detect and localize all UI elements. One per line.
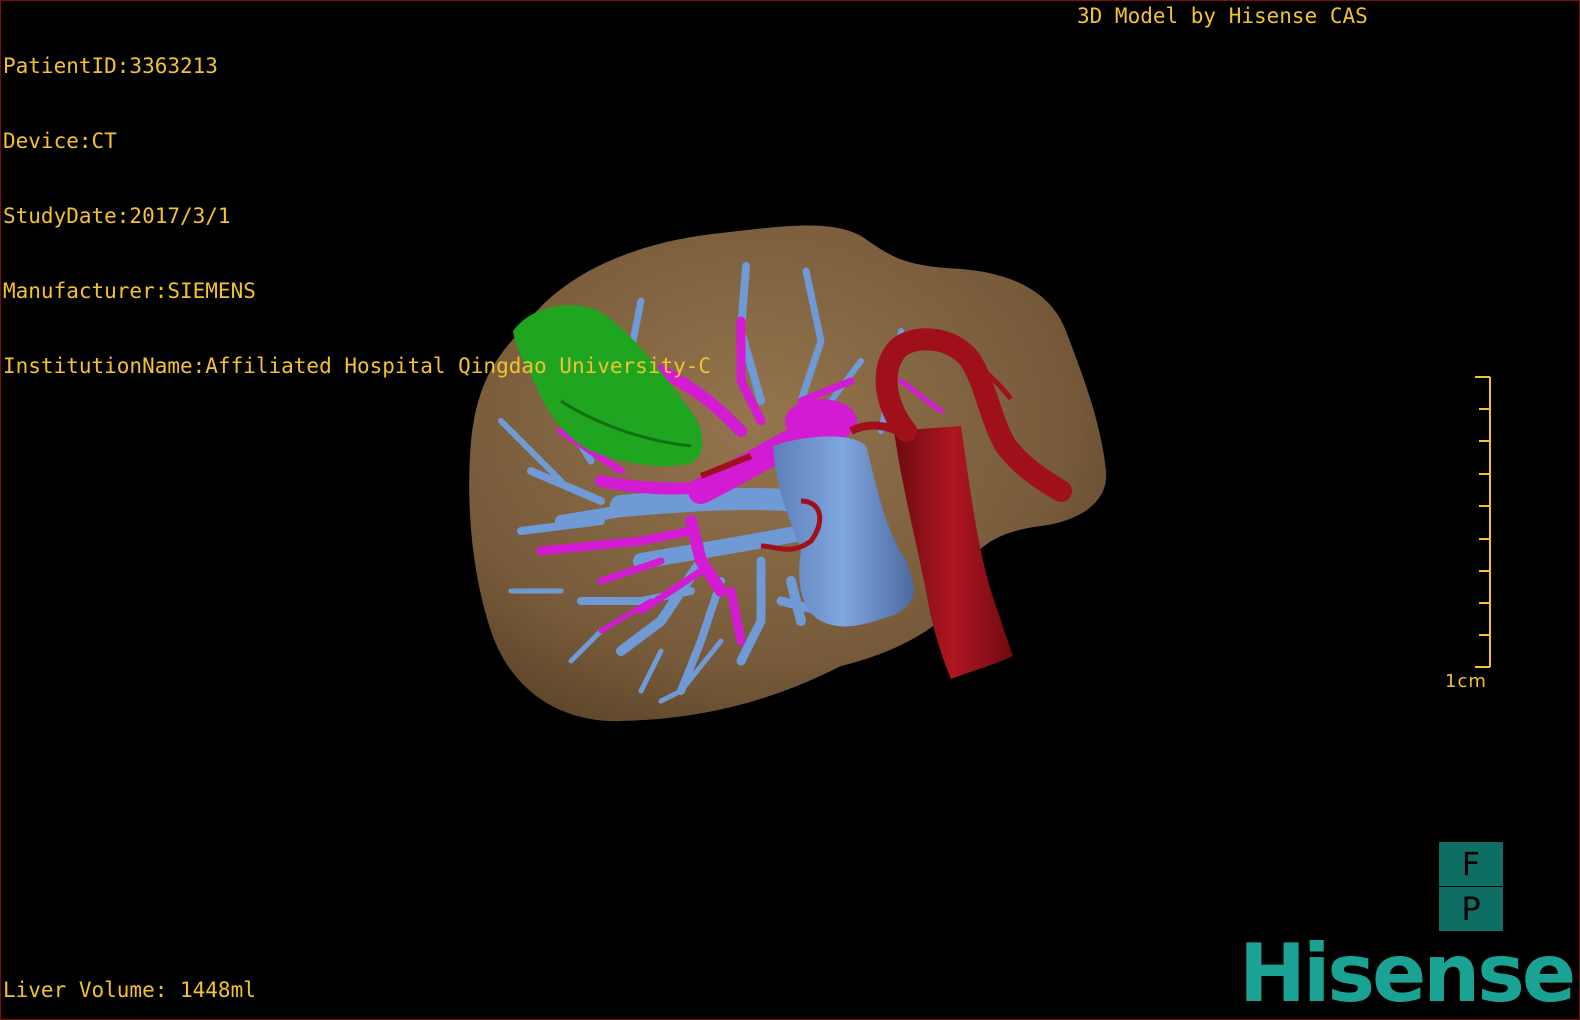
patient-id-text: PatientID:3363213 [3, 54, 218, 78]
portal-vein-trunk [785, 399, 857, 443]
study-date-text: StudyDate:2017/3/1 [3, 204, 231, 228]
orientation-label-bottom[interactable]: P [1439, 887, 1503, 931]
liver-volume-text: Liver Volume: 1448ml [3, 978, 256, 1002]
manufacturer-text: Manufacturer:SIEMENS [3, 279, 256, 303]
model-caption: 3D Model by Hisense CAS [1077, 4, 1368, 28]
3d-viewport[interactable]: PatientID:3363213 Device:CT StudyDate:20… [0, 0, 1580, 1020]
institution-text: InstitutionName:Affiliated Hospital Qing… [3, 354, 712, 378]
scale-label: 1cm [1445, 671, 1487, 692]
orientation-label-top[interactable]: F [1439, 842, 1503, 886]
patient-info-overlay: PatientID:3363213 Device:CT StudyDate:20… [3, 4, 711, 429]
scale-bar [1475, 376, 1491, 668]
device-text: Device:CT [3, 129, 117, 153]
hisense-logo: Hisense [1239, 927, 1576, 1020]
